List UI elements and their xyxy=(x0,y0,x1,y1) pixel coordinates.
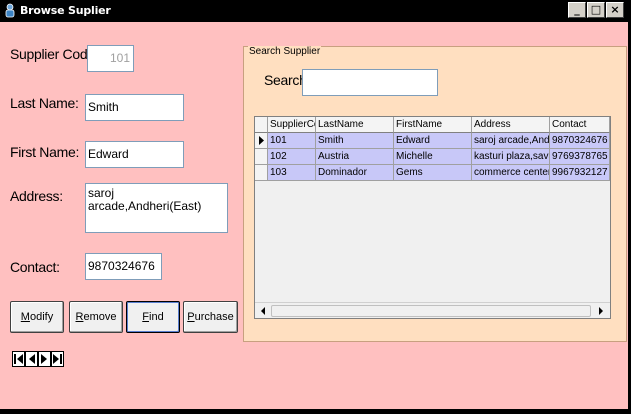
table-cell[interactable]: 102 xyxy=(268,149,316,165)
table-cell[interactable]: Michelle xyxy=(394,149,472,165)
minimize-button[interactable]: _ xyxy=(568,2,586,18)
first-name-label: First Name: xyxy=(10,144,80,160)
last-name-field[interactable]: Smith xyxy=(85,94,184,121)
last-record-icon xyxy=(53,354,62,364)
last-record-button[interactable] xyxy=(51,351,64,367)
table-cell[interactable]: Dominador xyxy=(316,165,394,181)
table-cell[interactable]: 9769378765 xyxy=(550,149,610,165)
search-group-title: Search Supplier xyxy=(248,46,322,57)
table-cell[interactable]: Smith xyxy=(316,133,394,149)
contact-label: Contact: xyxy=(10,259,60,275)
minimize-icon: _ xyxy=(574,3,580,16)
row-selector[interactable] xyxy=(255,149,268,165)
table-cell[interactable]: 101 xyxy=(268,133,316,149)
prev-record-icon xyxy=(29,354,35,364)
grid-header: SupplierCode LastName FirstName Address … xyxy=(255,117,610,133)
table-row[interactable]: 103 Dominador Gems commerce center,near … xyxy=(255,165,610,181)
scroll-thumb[interactable] xyxy=(271,305,591,317)
address-label: Address: xyxy=(10,188,63,204)
app-icon xyxy=(3,3,17,18)
scroll-left-button[interactable] xyxy=(256,304,270,318)
title-bar: Browse Suplier _ □ × xyxy=(0,0,631,22)
table-cell[interactable]: Gems xyxy=(394,165,472,181)
table-cell[interactable]: Austria xyxy=(316,149,394,165)
next-record-button[interactable] xyxy=(38,351,51,367)
header-corner xyxy=(255,117,268,133)
column-header[interactable]: SupplierCode xyxy=(268,117,316,133)
first-record-button[interactable] xyxy=(12,351,25,367)
scroll-right-icon xyxy=(599,307,603,315)
modify-button[interactable]: Modify xyxy=(10,301,64,333)
table-cell[interactable]: commerce center,near c xyxy=(472,165,550,181)
supplier-grid[interactable]: SupplierCode LastName FirstName Address … xyxy=(254,116,611,319)
column-header[interactable]: LastName xyxy=(316,117,394,133)
row-selector[interactable] xyxy=(255,133,268,149)
maximize-icon: □ xyxy=(590,3,602,16)
close-icon: × xyxy=(610,3,620,16)
table-cell[interactable]: 103 xyxy=(268,165,316,181)
table-cell[interactable]: Edward xyxy=(394,133,472,149)
horizontal-scrollbar[interactable] xyxy=(255,302,610,318)
scroll-left-icon xyxy=(261,307,265,315)
current-row-icon xyxy=(259,136,264,145)
supplier-code-label: Supplier Code: xyxy=(10,46,99,62)
table-row[interactable]: 102 Austria Michelle kasturi plaza,savar… xyxy=(255,149,610,165)
remove-button[interactable]: Remove xyxy=(69,301,123,333)
supplier-code-field[interactable]: 101 xyxy=(87,45,134,72)
next-record-icon xyxy=(41,354,47,364)
row-selector[interactable] xyxy=(255,165,268,181)
table-cell[interactable]: 9967932127 xyxy=(550,165,610,181)
column-header[interactable]: Contact xyxy=(550,117,610,133)
last-name-label: Last Name: xyxy=(10,95,79,111)
table-row[interactable]: 101 Smith Edward saroj arcade,Andheri(Ea… xyxy=(255,133,610,149)
prev-record-button[interactable] xyxy=(25,351,38,367)
maximize-button[interactable]: □ xyxy=(587,2,605,18)
record-navigator xyxy=(12,351,64,367)
table-cell[interactable]: 9870324676 xyxy=(550,133,610,149)
column-header[interactable]: Address xyxy=(472,117,550,133)
table-cell[interactable]: saroj arcade,Andheri(Ea xyxy=(472,133,550,149)
close-button[interactable]: × xyxy=(606,2,624,18)
search-input[interactable] xyxy=(302,69,438,96)
contact-field[interactable]: 9870324676 xyxy=(85,253,162,280)
address-field[interactable]: saroj arcade,Andheri(East) xyxy=(85,183,228,233)
scroll-right-button[interactable] xyxy=(594,304,608,318)
first-record-icon xyxy=(14,354,23,364)
purchase-button[interactable]: Purchase xyxy=(183,301,238,333)
table-cell[interactable]: kasturi plaza,savarkar m xyxy=(472,149,550,165)
window-title: Browse Suplier xyxy=(20,4,111,17)
find-button[interactable]: Find xyxy=(126,301,180,333)
window-border-bottom xyxy=(0,409,631,414)
first-name-field[interactable]: Edward xyxy=(85,141,184,168)
column-header[interactable]: FirstName xyxy=(394,117,472,133)
